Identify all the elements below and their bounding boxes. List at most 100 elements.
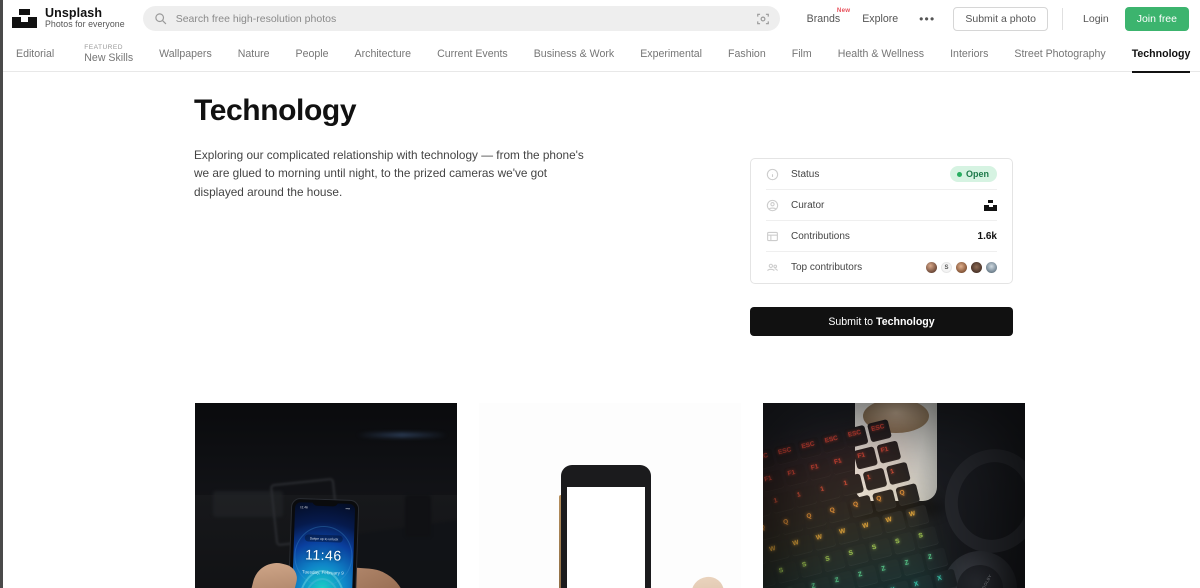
header-nav: Brands New Explore ••• Submit a photo Lo… — [796, 6, 1189, 31]
phone-lock-hint: Swipe up to unlock — [304, 534, 344, 543]
card-row-status: Status Open — [766, 159, 997, 190]
card-label-curator: Curator — [791, 199, 825, 211]
photo-monitor-glow — [357, 433, 447, 437]
nav-item-architecture[interactable]: Architecture — [342, 37, 425, 72]
avatar[interactable] — [956, 262, 967, 273]
contributions-value: 1.6k — [977, 230, 997, 242]
people-icon — [767, 263, 778, 272]
submit-prefix: Submit to — [828, 315, 877, 328]
user-circle-icon — [766, 199, 779, 211]
nav-item-technology-label: Technology — [1131, 48, 1191, 60]
card-label-top-contributors: Top contributors — [791, 262, 863, 273]
nav-item-street-photography-label: Street Photography — [1014, 48, 1106, 60]
photo-phone-screen: 11:46 •••• Swipe up to unlock 11:46 Tues… — [290, 501, 356, 588]
curator-value[interactable] — [984, 199, 997, 211]
nav-item-people[interactable]: People — [283, 37, 342, 72]
page-title: Technology — [194, 94, 357, 127]
nav-item-film[interactable]: Film — [779, 37, 825, 72]
search-bar[interactable] — [142, 6, 780, 31]
nav-link-brands-label: Brands — [806, 12, 841, 25]
nav-item-nature-label: Nature — [237, 48, 270, 60]
photo-card-hand-holding-phone-white[interactable] — [479, 403, 741, 588]
photo-pen-cup — [405, 495, 431, 537]
nav-item-experimental-label: Experimental — [640, 48, 703, 60]
nav-item-health-wellness-label: Health & Wellness — [837, 48, 925, 60]
nav-link-brands[interactable]: Brands New — [796, 7, 852, 25]
nav-item-architecture-label: Architecture — [354, 48, 412, 60]
unsplash-page: Unsplash Photos for everyone Brands New … — [3, 0, 1200, 588]
nav-link-explore[interactable]: Explore — [851, 13, 909, 25]
login-link[interactable]: Login — [1073, 13, 1119, 25]
image-icon — [767, 231, 778, 241]
submit-collection-name: Technology — [876, 315, 935, 328]
nav-item-film-label: Film — [791, 48, 812, 60]
nav-item-interiors[interactable]: Interiors — [937, 37, 1001, 72]
avatar-initial[interactable]: S — [941, 262, 952, 273]
unsplash-logo-icon — [12, 6, 37, 31]
submit-to-collection-button[interactable]: Submit to Technology — [750, 307, 1013, 336]
photo-vignette — [763, 403, 1025, 588]
more-menu-icon[interactable]: ••• — [909, 12, 945, 26]
search-input[interactable] — [175, 12, 750, 25]
nav-item-wallpapers[interactable]: Wallpapers — [146, 37, 225, 72]
nav-link-explore-label: Explore — [862, 12, 899, 25]
avatar[interactable] — [986, 262, 997, 273]
card-label-contributions: Contributions — [791, 230, 850, 242]
logo-subtitle: Photos for everyone — [45, 19, 125, 30]
nav-item-street-photography[interactable]: Street Photography — [1001, 37, 1118, 72]
phone-status-time: 11:46 — [300, 504, 308, 509]
new-badge: New — [836, 6, 851, 14]
photo-phone: 11:46 •••• Swipe up to unlock 11:46 Tues… — [286, 497, 360, 588]
hero-text: Technology Exploring our complicated rel… — [194, 94, 714, 201]
status-value: Open — [949, 166, 997, 182]
nav-item-current-events[interactable]: Current Events — [424, 37, 521, 72]
submit-a-photo-button[interactable]: Submit a photo — [953, 6, 1049, 31]
featured-label: FEATURED — [84, 44, 123, 51]
nav-item-current-events-label: Current Events — [437, 48, 508, 60]
site-header: Unsplash Photos for everyone Brands New … — [3, 0, 1200, 37]
top-contributors-value: S — [926, 262, 997, 273]
logo-text: Unsplash Photos for everyone — [45, 7, 125, 29]
nav-item-people-label: People — [295, 48, 329, 60]
collection-info-card: Status Open Curator Contributions 1.6k T… — [750, 158, 1013, 284]
nav-item-interiors-label: Interiors — [950, 48, 989, 60]
status-badge: Open — [949, 166, 997, 182]
status-dot-icon — [956, 171, 962, 177]
search-icon — [154, 13, 167, 25]
nav-item-editorial-label: Editorial — [16, 48, 55, 60]
photo-phone-blank-screen — [567, 487, 645, 588]
nav-item-fashion[interactable]: Fashion — [715, 37, 779, 72]
header-divider — [1062, 7, 1064, 30]
avatar-group: S — [926, 262, 997, 273]
nav-item-health-wellness[interactable]: Health & Wellness — [825, 37, 937, 72]
nav-item-technology[interactable]: Technology — [1119, 37, 1200, 73]
phone-lock-time: 11:46 — [304, 546, 342, 564]
main-content: Technology Exploring our complicated rel… — [3, 72, 1200, 588]
nav-item-business-work-label: Business & Work — [533, 48, 615, 60]
photo-card-phone-lockscreen-dark-desk[interactable]: 11:46 •••• Swipe up to unlock 11:46 Tues… — [195, 403, 457, 588]
nav-item-editorial[interactable]: Editorial — [3, 37, 67, 72]
nav-item-nature[interactable]: Nature — [225, 37, 283, 72]
category-nav: Editorial FEATURED New Skills Wallpapers… — [3, 37, 1200, 73]
card-row-contributions: Contributions 1.6k — [766, 221, 997, 252]
phone-status-icons: •••• — [345, 506, 351, 511]
phone-notch — [312, 499, 339, 507]
visual-search-icon[interactable] — [756, 12, 770, 26]
page-description: Exploring our complicated relationship w… — [194, 148, 584, 199]
photo-card-rgb-keyboard-mug-headphones[interactable]: DOLBY ESCESCESCESCESCESCESCESCF1F1F1F1F1… — [763, 403, 1025, 588]
photo-finger — [678, 572, 728, 588]
site-logo[interactable]: Unsplash Photos for everyone — [12, 6, 125, 31]
nav-item-new-skills-label: New Skills — [84, 52, 134, 64]
card-row-top-contributors: Top contributors S — [766, 252, 997, 283]
avatar[interactable] — [971, 262, 982, 273]
avatar[interactable] — [926, 262, 937, 273]
photo-grid: 11:46 •••• Swipe up to unlock 11:46 Tues… — [195, 403, 1025, 588]
nav-item-business-work[interactable]: Business & Work — [521, 37, 627, 72]
nav-item-new-skills[interactable]: FEATURED New Skills — [71, 37, 146, 72]
nav-item-experimental[interactable]: Experimental — [627, 37, 715, 72]
join-free-button[interactable]: Join free — [1124, 6, 1189, 31]
unsplash-curator-logo-icon — [984, 199, 997, 211]
nav-item-wallpapers-label: Wallpapers — [159, 48, 212, 60]
hero-section: Technology Exploring our complicated rel… — [3, 72, 1200, 201]
status-badge-label: Open — [965, 169, 989, 179]
